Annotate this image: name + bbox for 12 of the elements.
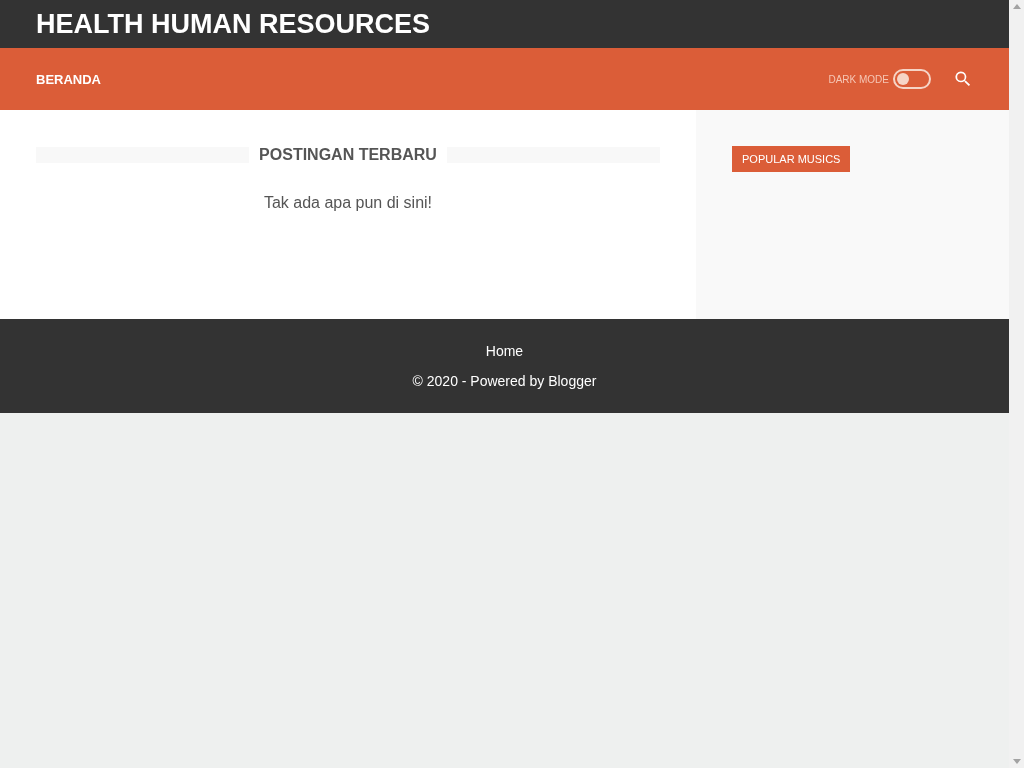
footer-link[interactable]: Home — [485, 343, 524, 359]
dark-mode-toggle[interactable] — [893, 69, 931, 89]
scroll-up-icon[interactable] — [1012, 4, 1021, 9]
scroll-down-icon[interactable] — [1012, 759, 1021, 764]
dark-mode-label: DARK MODE — [828, 73, 889, 85]
copyright-text: © 2020 - Powered by Blogger — [412, 373, 597, 389]
site-title: HEALTH HUMAN RESOURCES — [36, 8, 430, 40]
widget-title: POPULAR MUSICS — [732, 146, 851, 172]
search-icon[interactable] — [953, 69, 973, 89]
empty-message: Tak ada apa pun di sini! — [263, 194, 433, 212]
nav-link[interactable]: BERANDA — [36, 71, 101, 87]
section-heading: POSTINGAN TERBARU — [259, 146, 437, 164]
